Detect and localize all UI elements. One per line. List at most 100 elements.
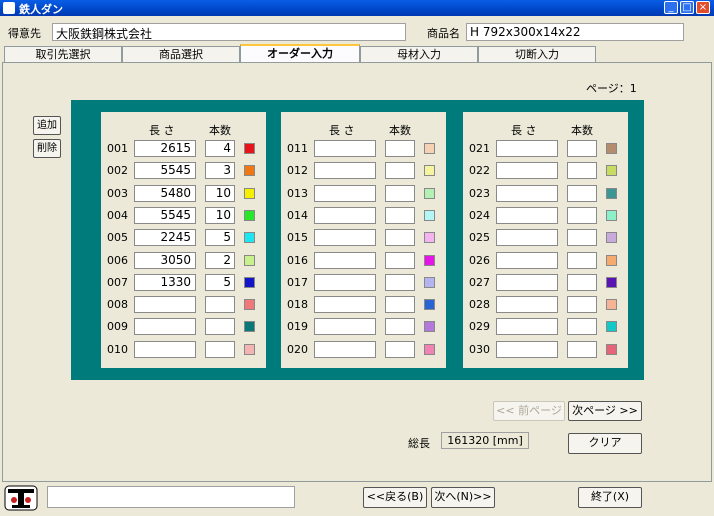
color-swatch[interactable] [424,143,435,154]
length-input[interactable] [496,184,558,202]
length-input[interactable] [314,229,376,247]
count-input[interactable] [567,318,597,336]
count-input[interactable] [385,296,415,314]
length-input[interactable] [314,184,376,202]
color-swatch[interactable] [606,343,617,355]
color-swatch[interactable] [424,187,435,199]
color-swatch[interactable] [244,321,255,333]
color-swatch[interactable] [606,321,617,333]
minimize-button[interactable]: _ [664,1,678,14]
length-input[interactable]: 5545 [134,206,196,224]
next-button[interactable]: 次へ(N)>> [431,487,495,508]
length-input[interactable] [134,296,196,314]
length-input[interactable]: 1330 [134,273,196,291]
color-swatch[interactable] [606,165,617,177]
length-input[interactable] [314,162,376,180]
tab-base-material[interactable]: 母材入力 [360,46,478,62]
color-swatch[interactable] [424,254,435,266]
close-button[interactable]: × [696,1,710,14]
count-input[interactable] [385,206,415,224]
exit-button[interactable]: 終了(X) [578,487,642,508]
color-swatch[interactable] [244,343,255,355]
color-swatch[interactable] [244,209,255,221]
tab-product-select[interactable]: 商品選択 [122,46,240,62]
color-swatch[interactable] [244,143,255,154]
count-input[interactable] [567,251,597,269]
color-swatch[interactable] [606,187,617,199]
color-swatch[interactable] [606,209,617,221]
color-swatch[interactable] [424,276,435,288]
length-input[interactable]: 2615 [134,140,196,157]
length-input[interactable]: 5545 [134,162,196,180]
tab-cutting-entry[interactable]: 切断入力 [478,46,596,62]
count-input[interactable] [385,229,415,247]
length-input[interactable] [496,140,558,157]
maximize-button[interactable]: □ [680,1,694,14]
count-input[interactable] [385,340,415,358]
length-input[interactable] [134,340,196,358]
next-page-button[interactable]: 次ページ >> [568,401,642,421]
color-swatch[interactable] [606,143,617,154]
back-button[interactable]: <<戻る(B) [363,487,427,508]
color-swatch[interactable] [424,232,435,244]
count-input[interactable] [385,318,415,336]
count-input[interactable]: 4 [205,140,235,157]
add-button[interactable]: 追加 [33,116,61,135]
count-input[interactable] [567,162,597,180]
length-input[interactable] [314,340,376,358]
count-input[interactable]: 3 [205,162,235,180]
length-input[interactable] [314,251,376,269]
count-input[interactable]: 10 [205,206,235,224]
color-swatch[interactable] [606,276,617,288]
customer-field[interactable]: 大阪鉄鋼株式会社 [52,23,406,41]
count-input[interactable] [567,229,597,247]
color-swatch[interactable] [244,254,255,266]
tab-customer-select[interactable]: 取引先選択 [4,46,122,62]
color-swatch[interactable] [244,232,255,244]
count-input[interactable] [385,251,415,269]
color-swatch[interactable] [244,299,255,311]
count-input[interactable] [567,206,597,224]
count-input[interactable] [385,184,415,202]
clear-button[interactable]: クリア [568,433,642,454]
count-input[interactable] [385,140,415,157]
color-swatch[interactable] [606,299,617,311]
color-swatch[interactable] [424,321,435,333]
count-input[interactable] [385,162,415,180]
color-swatch[interactable] [424,165,435,177]
length-input[interactable] [314,140,376,157]
count-input[interactable] [205,296,235,314]
tab-order-entry[interactable]: オーダー入力 [240,44,360,63]
length-input[interactable] [496,162,558,180]
count-input[interactable]: 2 [205,251,235,269]
color-swatch[interactable] [424,343,435,355]
count-input[interactable] [567,184,597,202]
color-swatch[interactable] [424,209,435,221]
count-input[interactable]: 5 [205,229,235,247]
color-swatch[interactable] [606,232,617,244]
length-input[interactable]: 2245 [134,229,196,247]
color-swatch[interactable] [244,187,255,199]
length-input[interactable] [496,318,558,336]
length-input[interactable] [134,318,196,336]
count-input[interactable]: 5 [205,273,235,291]
length-input[interactable] [496,251,558,269]
color-swatch[interactable] [244,276,255,288]
color-swatch[interactable] [244,165,255,177]
count-input[interactable]: 10 [205,184,235,202]
product-field[interactable]: H 792x300x14x22 [466,23,684,41]
count-input[interactable] [205,318,235,336]
length-input[interactable] [314,273,376,291]
length-input[interactable]: 5480 [134,184,196,202]
length-input[interactable] [314,296,376,314]
length-input[interactable] [496,273,558,291]
count-input[interactable] [385,273,415,291]
prev-page-button[interactable]: << 前ページ [493,401,565,421]
delete-button[interactable]: 削除 [33,139,61,158]
length-input[interactable] [314,318,376,336]
length-input[interactable] [496,206,558,224]
length-input[interactable] [496,229,558,247]
count-input[interactable] [567,340,597,358]
length-input[interactable] [496,296,558,314]
count-input[interactable] [567,273,597,291]
